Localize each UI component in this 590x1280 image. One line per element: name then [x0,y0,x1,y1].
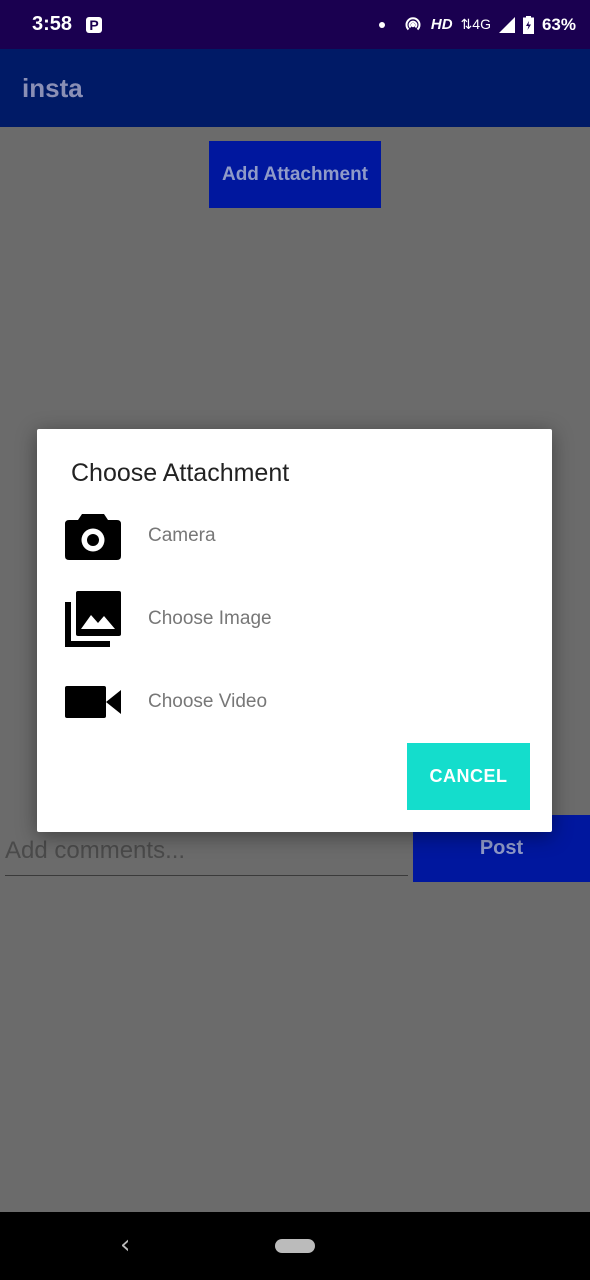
option-label: Choose Image [148,608,272,629]
choose-attachment-dialog: Choose Attachment Camera Choose Image Ch… [37,429,552,832]
add-attachment-button[interactable]: Add Attachment [209,141,381,208]
video-camera-icon [64,673,122,731]
app-title: insta [22,72,83,103]
camera-icon [64,507,122,565]
comments-input[interactable] [5,827,408,876]
option-camera[interactable]: Camera [37,501,552,571]
option-choose-image[interactable]: Choose Image [37,584,552,654]
option-label: Choose Video [148,691,268,712]
signal-icon [498,16,515,33]
network-type: ⇅4G [460,16,491,32]
status-icons: HD ⇅4G 63% [378,14,576,35]
home-pill-icon[interactable] [275,1239,315,1253]
cancel-button[interactable]: CANCEL [407,743,530,810]
hd-label: HD [430,16,453,33]
option-choose-video[interactable]: Choose Video [37,667,552,737]
battery-percent: 63% [541,14,576,34]
option-label: Camera [148,525,216,546]
hotspot-icon [405,16,421,30]
navigation-bar: ‹ [0,1212,590,1280]
image-library-icon [64,590,122,648]
status-time: 3:58 [32,13,73,35]
battery-icon [522,15,534,34]
app-bar: insta [0,49,590,127]
status-bar: 3:58 P HD ⇅4G 63% [0,0,590,49]
back-icon[interactable]: ‹ [120,1230,130,1260]
dialog-title: Choose Attachment [71,459,290,487]
notification-dot-icon [378,21,385,28]
notification-p-icon: P [86,16,103,33]
